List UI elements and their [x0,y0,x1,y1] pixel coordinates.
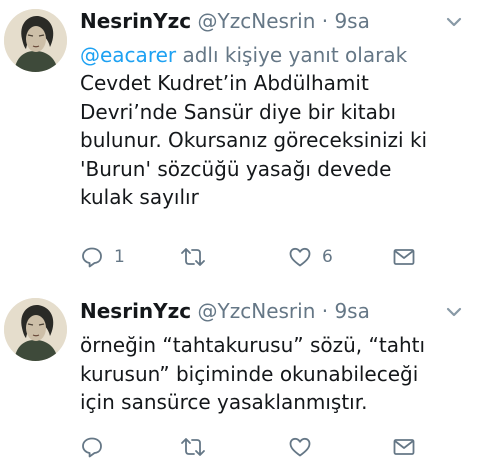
tweet-header: NesrinYzc @YzcNesrin · 9sa [80,7,370,35]
direct-message-button[interactable] [392,243,416,271]
retweet-icon [180,245,206,269]
header-separator: · [321,9,329,33]
header-separator: · [321,299,329,323]
chevron-down-icon[interactable] [444,302,464,322]
reply-button[interactable] [80,433,104,461]
timestamp[interactable]: 9sa [334,299,369,323]
heart-icon [288,435,312,459]
reply-button[interactable]: 1 [80,243,125,271]
avatar[interactable] [4,298,67,361]
like-button[interactable]: 6 [288,243,333,271]
tweet[interactable]: NesrinYzc @YzcNesrin · 9sa @eacarer adlı… [0,0,480,290]
replying-to: @eacarer adlı kişiye yanıt olarak [80,41,407,69]
timestamp[interactable]: 9sa [334,9,369,33]
tweet-text: Cevdet Kudret’in Abdülhamit Devri’nde Sa… [80,71,428,210]
tweet[interactable]: NesrinYzc @YzcNesrin · 9sa örneğin “taht… [0,290,480,458]
tweet-header: NesrinYzc @YzcNesrin · 9sa [80,297,370,325]
tweet-actions: 1 6 [80,243,440,271]
author-name[interactable]: NesrinYzc [80,299,191,323]
like-count: 6 [322,247,333,267]
author-handle[interactable]: @YzcNesrin [198,9,316,33]
mention-link[interactable]: @eacarer [80,43,176,67]
author-name[interactable]: NesrinYzc [80,9,191,33]
retweet-button[interactable] [180,243,206,271]
reply-icon [80,245,104,269]
avatar[interactable] [4,9,67,72]
reply-icon [80,435,104,459]
retweet-button[interactable] [180,433,206,461]
direct-message-icon [392,245,416,269]
retweet-icon [180,435,206,459]
tweet-text: örneğin “tahtakurusu” sözü, “tahtı kurus… [80,333,426,415]
tweet-actions [80,433,440,461]
like-button[interactable] [288,433,312,461]
replying-to-text: adlı kişiye yanıt olarak [176,43,408,67]
chevron-down-icon[interactable] [444,12,464,32]
heart-icon [288,245,312,269]
reply-count: 1 [114,247,125,267]
direct-message-icon [392,435,416,459]
direct-message-button[interactable] [392,433,416,461]
author-handle[interactable]: @YzcNesrin [198,299,316,323]
